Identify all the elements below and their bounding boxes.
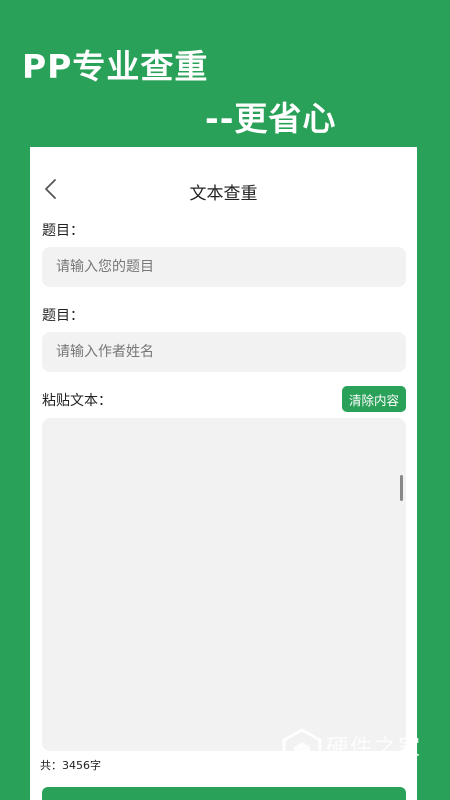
- paste-label: 粘贴文本：: [42, 393, 112, 409]
- promo-subheadline: --更省心: [205, 99, 337, 138]
- watermark-subtitle: YING JIAN ZHI JIA.COM: [326, 761, 415, 770]
- page-title: 文本查重: [189, 184, 258, 204]
- paste-textarea[interactable]: [42, 418, 406, 751]
- textarea-scrollbar[interactable]: [400, 475, 403, 501]
- watermark: 硬件之家 YING JIAN ZHI JIA.COM: [282, 728, 442, 778]
- phone-screen: 文本查重 题目： 题目： 粘贴文本： 清除内容 共：3456字: [30, 147, 417, 800]
- author-label: 题目：: [42, 308, 84, 324]
- clear-content-button[interactable]: 清除内容: [342, 386, 406, 412]
- title-label: 题目：: [42, 223, 84, 239]
- author-input[interactable]: [42, 332, 406, 372]
- title-input[interactable]: [42, 247, 406, 287]
- watermark-title: 硬件之家: [326, 736, 423, 761]
- cube-logo-icon: [282, 728, 322, 774]
- submit-button[interactable]: [42, 787, 406, 800]
- promo-headline: PP专业查重: [22, 47, 209, 86]
- word-count: 共：3456字: [40, 759, 101, 772]
